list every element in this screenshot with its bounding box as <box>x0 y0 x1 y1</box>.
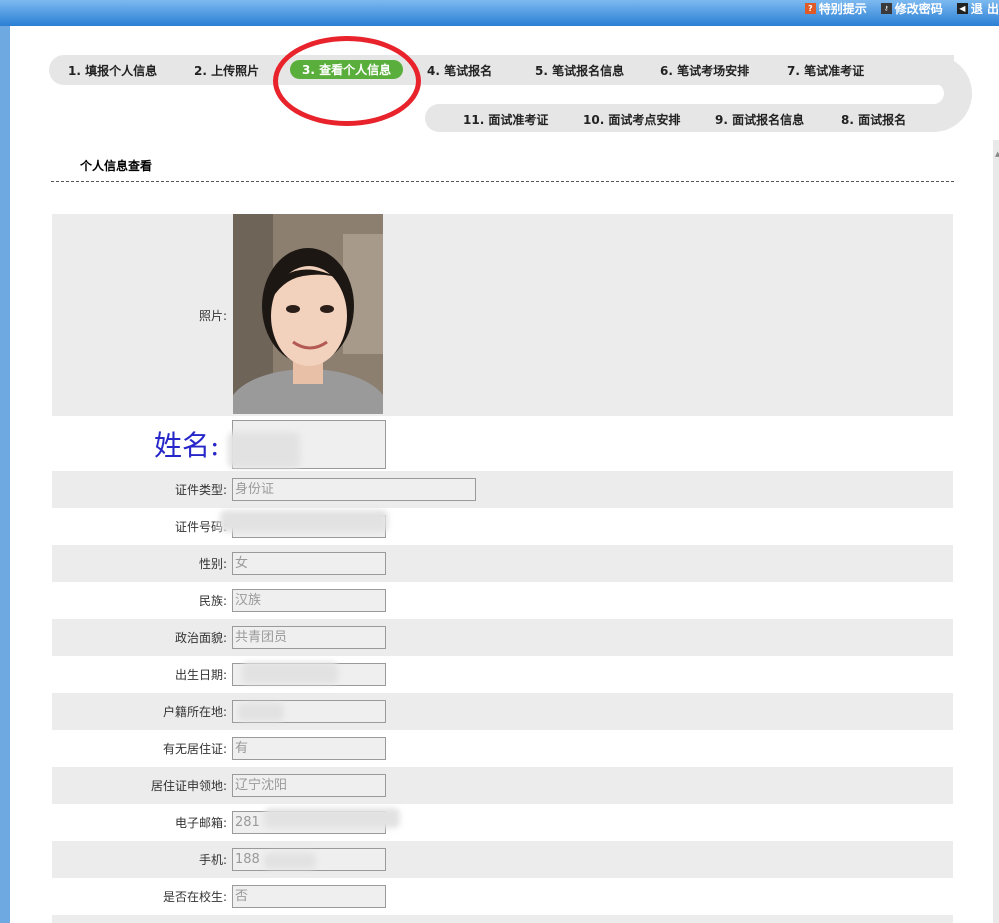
name-label: 姓名: <box>154 429 220 462</box>
birth-date-row: 出生日期: <box>52 656 953 693</box>
redaction-blur <box>238 703 284 721</box>
student-status-row: 是否在校生: 否 <box>52 878 953 915</box>
scrollbar-track[interactable] <box>993 140 999 923</box>
logout-link[interactable]: ◀ 退 出 <box>956 0 999 17</box>
phone-label: 手机: <box>198 853 227 867</box>
step-written-exam-room[interactable]: 6. 笔试考场安排 <box>660 62 749 79</box>
special-tips-label: 特别提示 <box>818 1 867 16</box>
photo-label: 照片: <box>198 308 227 323</box>
residence-permit-row: 有无居住证: 有 <box>52 730 953 767</box>
residence-permit-label: 有无居住证: <box>162 742 227 756</box>
left-frame-border <box>0 26 10 923</box>
logout-label: 退 出 <box>970 1 999 16</box>
personal-info-form: 照片: 姓名: 证件类型: 身份证 证件号码: 性别: 女 民族: 汉族 政治面… <box>52 214 953 923</box>
id-type-row: 证件类型: 身份证 <box>52 471 953 508</box>
change-password-link[interactable]: ⚷ 修改密码 <box>880 0 943 17</box>
redaction-blur <box>228 432 300 468</box>
redaction-blur <box>264 853 316 869</box>
household-registration-row: 户籍所在地: <box>52 693 953 730</box>
highlight-circle <box>273 36 421 126</box>
redaction-blur <box>242 662 338 684</box>
email-label: 电子邮箱: <box>174 816 227 830</box>
step-fill-info[interactable]: 1. 填报个人信息 <box>68 62 157 79</box>
applicant-photo <box>233 214 383 414</box>
ethnicity-row: 民族: 汉族 <box>52 582 953 619</box>
permit-location-row: 居住证申领地: 辽宁沈阳 <box>52 767 953 804</box>
section-title: 个人信息查看 <box>80 159 153 173</box>
step-written-registration-info[interactable]: 5. 笔试报名信息 <box>535 62 624 79</box>
key-icon: ⚷ <box>880 2 892 14</box>
header-links: ? 特别提示 ⚷ 修改密码 ◀ 退 出 <box>804 0 999 17</box>
scroll-up-icon[interactable]: ▲ <box>995 150 999 158</box>
photo-row: 照片: <box>52 214 953 416</box>
gender-field[interactable]: 女 <box>232 552 386 575</box>
permit-location-label: 居住证申领地: <box>150 779 227 793</box>
student-status-field[interactable]: 否 <box>232 885 386 908</box>
ethnicity-field[interactable]: 汉族 <box>232 589 386 612</box>
id-type-field[interactable]: 身份证 <box>232 478 476 501</box>
redaction-blur <box>264 808 400 828</box>
next-row <box>52 915 953 923</box>
id-number-label: 证件号码: <box>174 520 227 534</box>
name-row: 姓名: <box>52 416 953 471</box>
birth-date-label: 出生日期: <box>174 668 227 682</box>
help-icon: ? <box>804 2 816 14</box>
phone-row: 手机: 188 <box>52 841 953 878</box>
permit-location-field[interactable]: 辽宁沈阳 <box>232 774 386 797</box>
student-status-label: 是否在校生: <box>162 890 227 904</box>
political-status-field[interactable]: 共青团员 <box>232 626 386 649</box>
step-interview-admission-ticket[interactable]: 11. 面试准考证 <box>463 111 548 128</box>
section-divider <box>51 181 954 182</box>
ethnicity-label: 民族: <box>198 594 227 608</box>
step-upload-photo[interactable]: 2. 上传照片 <box>194 62 259 79</box>
change-password-label: 修改密码 <box>894 1 943 16</box>
gender-label: 性别: <box>198 557 227 571</box>
household-registration-label: 户籍所在地: <box>162 705 227 719</box>
portrait-image <box>233 214 383 414</box>
special-tips-link[interactable]: ? 特别提示 <box>804 0 867 17</box>
email-row: 电子邮箱: 281 <box>52 804 953 841</box>
gender-row: 性别: 女 <box>52 545 953 582</box>
step-written-registration[interactable]: 4. 笔试报名 <box>427 62 492 79</box>
step-written-admission-ticket[interactable]: 7. 笔试准考证 <box>787 62 864 79</box>
id-number-row: 证件号码: <box>52 508 953 545</box>
political-status-label: 政治面貌: <box>174 631 227 645</box>
step-interview-registration-info[interactable]: 9. 面试报名信息 <box>715 111 804 128</box>
step-interview-site[interactable]: 10. 面试考点安排 <box>583 111 680 128</box>
exit-icon: ◀ <box>956 2 968 14</box>
step-interview-registration[interactable]: 8. 面试报名 <box>841 111 906 128</box>
residence-permit-field[interactable]: 有 <box>232 737 386 760</box>
redaction-blur <box>220 510 388 532</box>
political-status-row: 政治面貌: 共青团员 <box>52 619 953 656</box>
id-type-label: 证件类型: <box>174 483 227 497</box>
